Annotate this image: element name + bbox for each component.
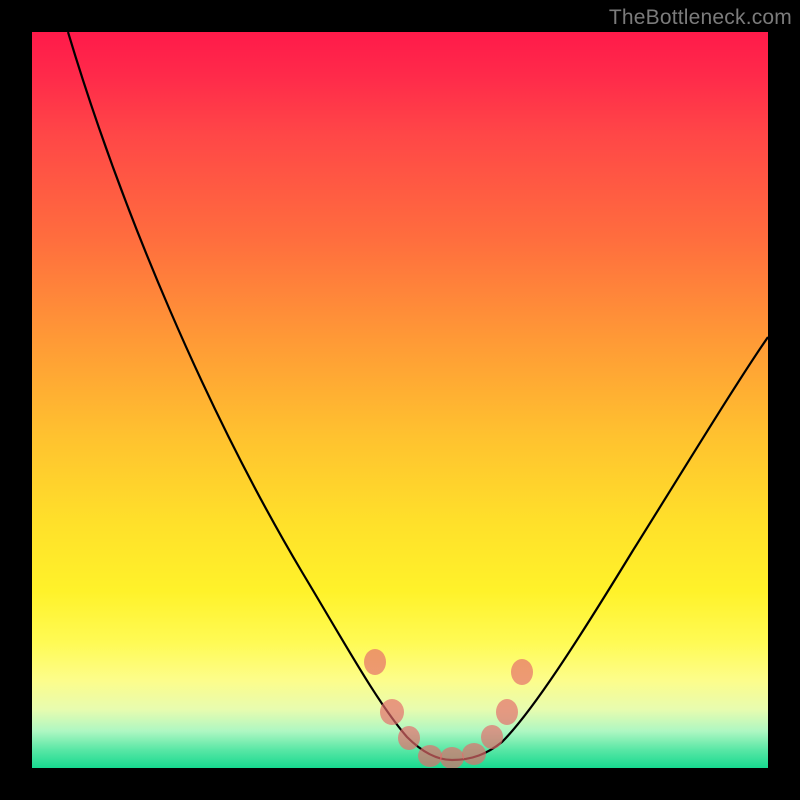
marker-point — [398, 726, 420, 750]
curve-right — [452, 337, 768, 760]
marker-point — [380, 699, 404, 725]
bottleneck-curve — [32, 32, 768, 768]
marker-point — [440, 747, 464, 768]
watermark-text: TheBottleneck.com — [609, 6, 792, 30]
marker-point — [462, 743, 486, 765]
marker-point — [364, 649, 386, 675]
plot-area — [32, 32, 768, 768]
marker-point — [511, 659, 533, 685]
markers — [364, 649, 533, 768]
curve-left — [68, 32, 452, 760]
marker-point — [496, 699, 518, 725]
marker-point — [481, 725, 503, 749]
chart-frame: TheBottleneck.com — [0, 0, 800, 800]
marker-point — [418, 745, 442, 767]
